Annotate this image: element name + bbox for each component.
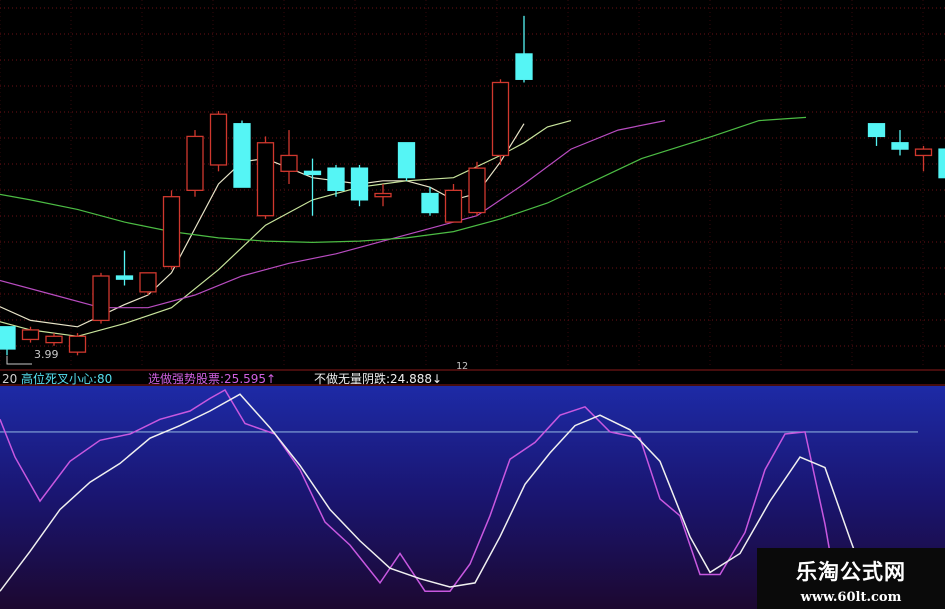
- candle-body: [186, 135, 204, 191]
- candle-body: [914, 148, 933, 157]
- candle-down: [397, 142, 416, 181]
- watermark-title: 乐淘公式网: [796, 560, 906, 584]
- candle-body: [303, 170, 322, 176]
- candle-body: [92, 275, 110, 322]
- candle-up: [468, 161, 486, 216]
- candle-up: [139, 272, 157, 296]
- candle-body: [421, 192, 439, 214]
- candle-up: [209, 111, 228, 172]
- candle-body: [468, 167, 486, 214]
- candle-body: [233, 123, 251, 188]
- candle-body: [45, 335, 63, 344]
- candle-body: [867, 123, 886, 138]
- candle-down: [233, 120, 251, 188]
- candle-body: [374, 192, 392, 198]
- candle-body: [327, 167, 345, 191]
- candle-body: [515, 53, 533, 80]
- candle-body: [397, 142, 416, 179]
- watermark-url: www.60lt.com: [800, 590, 902, 605]
- indicator-label-strong-stock: 选做强势股票:25.595↑: [148, 372, 277, 386]
- candle-body: [162, 196, 181, 268]
- candle-up: [256, 136, 275, 219]
- candle-up: [68, 333, 87, 356]
- candle-up: [491, 79, 510, 165]
- candle-body: [491, 81, 510, 157]
- candle-body: [444, 189, 463, 223]
- indicator-prefix: 20: [2, 372, 18, 386]
- candle-up: [186, 130, 204, 197]
- candle-up: [162, 190, 181, 270]
- candle-body: [938, 148, 945, 179]
- candle-up: [444, 184, 463, 223]
- watermark: 乐淘公式网 www.60lt.com: [757, 548, 945, 609]
- axis-tick-label: 12: [456, 361, 469, 372]
- candle-body: [256, 142, 275, 217]
- stock-chart: [0, 0, 945, 609]
- indicator-label-death-cross: 高位死叉小心:80: [21, 372, 113, 386]
- candle-body: [21, 329, 40, 341]
- candle-body: [350, 167, 369, 201]
- indicator-label-no-volume-decline: 不做无量阴跌:24.888↓: [314, 372, 443, 386]
- candle-down: [350, 164, 369, 207]
- candle-body: [891, 142, 909, 150]
- low-price-label: 3.99: [34, 348, 59, 361]
- candle-body: [115, 275, 134, 280]
- candle-up: [92, 272, 110, 324]
- candle-body: [209, 113, 228, 166]
- candle-body: [68, 335, 87, 353]
- candle-body: [0, 326, 16, 350]
- candle-body: [280, 154, 298, 172]
- candle-body: [139, 272, 157, 293]
